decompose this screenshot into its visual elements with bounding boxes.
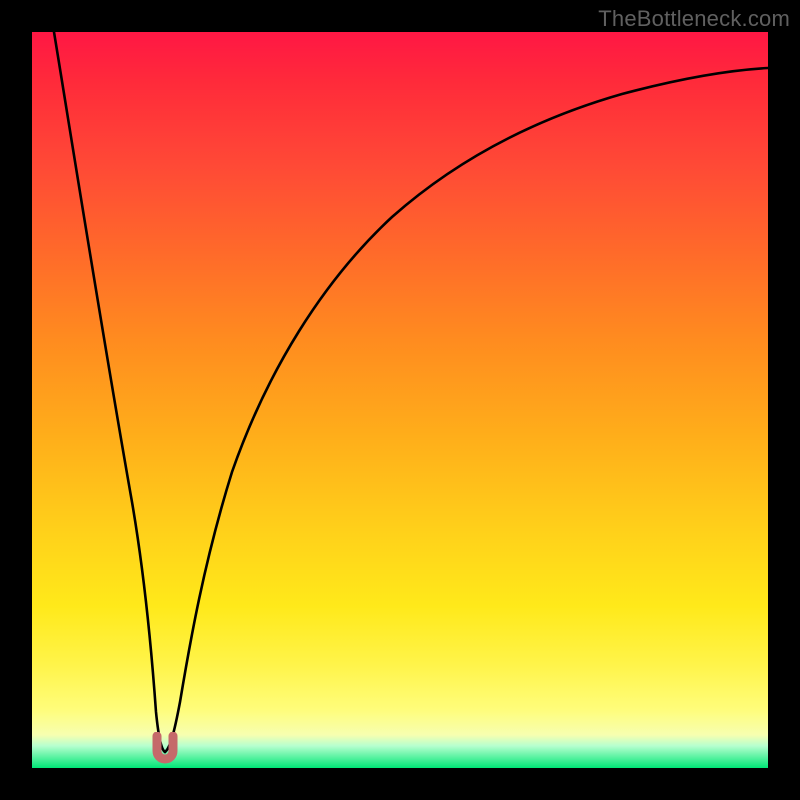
- plot-area: [32, 32, 768, 768]
- chart-frame: TheBottleneck.com: [0, 0, 800, 800]
- optimum-marker: [148, 732, 182, 766]
- bottleneck-curve: [32, 32, 768, 768]
- watermark-text: TheBottleneck.com: [598, 6, 790, 32]
